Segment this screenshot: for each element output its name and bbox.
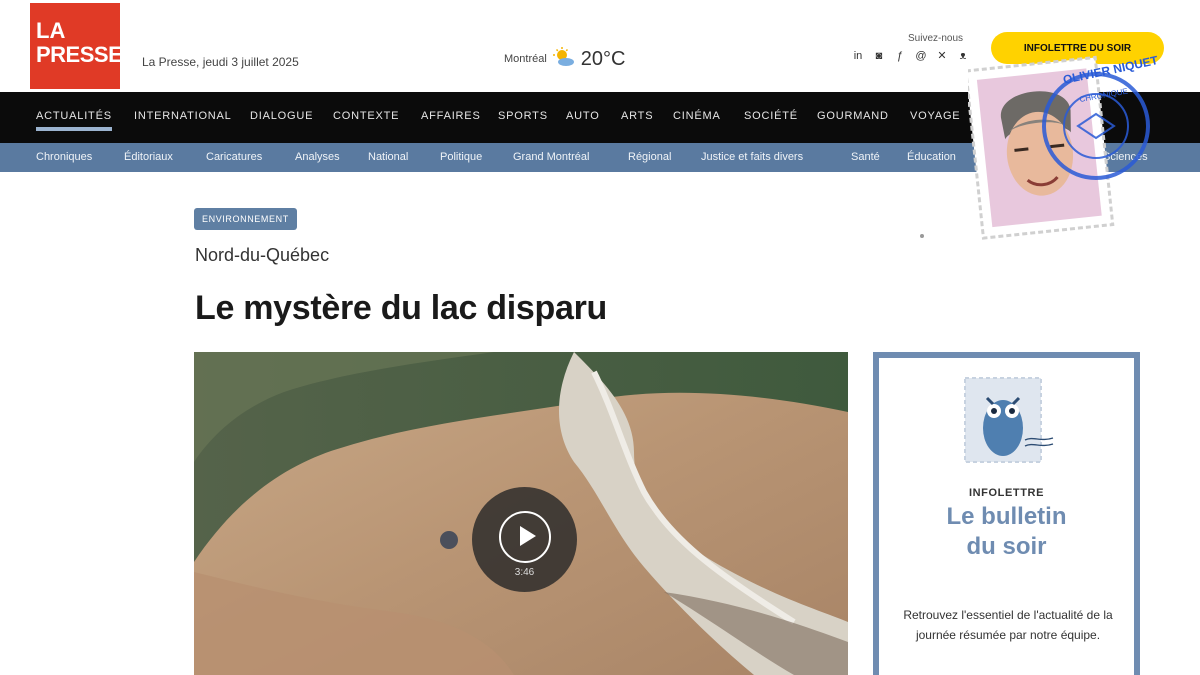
subnav-item-education[interactable]: Éducation (907, 151, 956, 163)
x-icon[interactable]: ✕ (936, 50, 948, 62)
weather-temperature: 20°C (580, 47, 626, 70)
article-headline: Le mystère du lac disparu (195, 289, 607, 327)
logo-line-1: LA (36, 18, 66, 43)
hero-video[interactable]: 3:46 (194, 352, 848, 675)
video-duration: 3:46 (514, 567, 535, 578)
newsletter-title-line-1: Le bulletin (946, 503, 1067, 530)
newsletter-title: Le bulletin du soir (879, 502, 1134, 562)
nav-item-contexte[interactable]: CONTEXTE (333, 110, 399, 122)
owl-stamp-icon (964, 377, 1054, 463)
subnav-item-analyses[interactable]: Analyses (295, 151, 340, 163)
decorative-dot (920, 234, 924, 238)
weather-city: Montréal (504, 53, 547, 65)
weather-widget[interactable]: Montréal 20°C (504, 46, 625, 72)
threads-icon[interactable]: @ (915, 50, 927, 62)
nav-item-sports[interactable]: SPORTS (498, 110, 548, 122)
nav-item-arts[interactable]: ARTS (621, 110, 653, 122)
la-presse-logo[interactable]: LA PRESSE (30, 3, 123, 89)
dateline: La Presse, jeudi 3 juillet 2025 (142, 55, 299, 69)
instagram-icon[interactable]: ◙ (873, 50, 885, 62)
subnav-item-politique[interactable]: Politique (440, 151, 482, 163)
columnist-stamp-badge[interactable]: OLIVIER NIQUET CHRONIQUE (964, 44, 1168, 244)
stamp-badge-name: OLIVIER NIQUET (1062, 53, 1160, 87)
social-links: in ◙ ƒ @ ✕ ᴥ (852, 50, 969, 62)
linkedin-icon[interactable]: in (852, 50, 864, 62)
nav-item-gourmand[interactable]: GOURMAND (817, 110, 889, 122)
logo-line-2: PRESSE (36, 42, 123, 67)
nav-item-auto[interactable]: AUTO (566, 110, 600, 122)
nav-item-dialogue[interactable]: DIALOGUE (250, 110, 313, 122)
nav-item-affaires[interactable]: AFFAIRES (421, 110, 481, 122)
section-tag[interactable]: ENVIRONNEMENT (194, 208, 297, 230)
subnav-item-justice[interactable]: Justice et faits divers (701, 151, 803, 163)
subnav-item-caricatures[interactable]: Caricatures (206, 151, 262, 163)
columnist-stamp-icon: OLIVIER NIQUET CHRONIQUE (964, 53, 1160, 240)
nav-item-cinema[interactable]: CINÉMA (673, 110, 721, 122)
newsletter-promo[interactable]: INFOLETTRE Le bulletin du soir Retrouvez… (873, 352, 1140, 675)
subnav-item-regional[interactable]: Régional (628, 151, 671, 163)
newsletter-kicker: INFOLETTRE (968, 487, 1045, 499)
nav-item-societe[interactable]: SOCIÉTÉ (744, 110, 798, 122)
newsletter-description: Retrouvez l'essentiel de l'actualité de … (903, 608, 1113, 642)
play-icon (499, 511, 551, 563)
subnav-item-grand-montreal[interactable]: Grand Montréal (513, 151, 589, 163)
follow-label: Suivez-nous (908, 33, 964, 44)
subnav-item-sante[interactable]: Santé (851, 151, 880, 163)
play-button[interactable]: 3:46 (472, 487, 577, 592)
sun-cloud-icon (552, 46, 575, 72)
subnav-item-editoriaux[interactable]: Éditoriaux (124, 151, 173, 163)
facebook-icon[interactable]: ƒ (894, 50, 906, 62)
subnav-item-national[interactable]: National (368, 151, 408, 163)
nav-item-international[interactable]: INTERNATIONAL (134, 110, 232, 122)
newsletter-title-line-2: du soir (966, 533, 1047, 560)
subnav-item-chroniques[interactable]: Chroniques (36, 151, 92, 163)
nav-item-actualites[interactable]: ACTUALITÉS (36, 110, 112, 131)
article-region: Nord-du-Québec (195, 245, 330, 265)
nav-item-voyage[interactable]: VOYAGE (910, 110, 960, 122)
